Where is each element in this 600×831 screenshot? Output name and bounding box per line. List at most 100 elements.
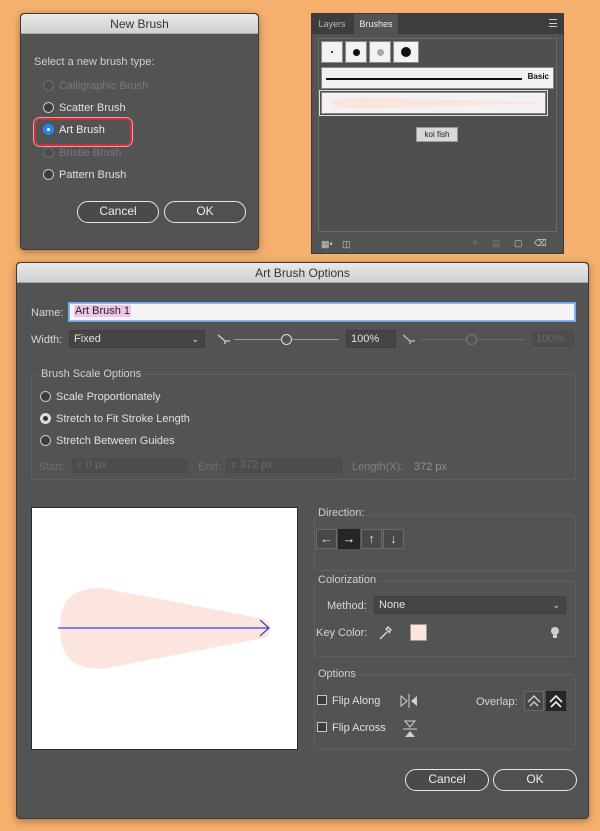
tab-layers[interactable]: Layers [312, 14, 352, 34]
panel-tab-bar: Layers Brushes [312, 14, 563, 34]
start-value: 0 px [85, 459, 107, 471]
flip-along-label: Flip Along [332, 695, 381, 707]
arrow-right-icon: → [342, 531, 356, 546]
direction-left-button[interactable]: ← [316, 529, 337, 549]
width-select[interactable]: Fixed ⌄ [69, 330, 205, 348]
flip-across-option[interactable]: Flip Across [317, 722, 386, 734]
option-scatter-brush[interactable]: Scatter Brush [43, 102, 126, 114]
width-percent-field[interactable]: 100% [346, 330, 396, 348]
art-label: Art Brush [59, 124, 105, 136]
arrow-left-icon: ← [320, 531, 333, 546]
brush-scale-options-title: Brush Scale Options [39, 368, 144, 380]
options-of-brush-icon: ▤ [492, 238, 501, 248]
radio-calligraphic [43, 80, 54, 91]
radio-scale-proportionately[interactable] [40, 391, 51, 402]
option-stretch-between-guides[interactable]: Stretch Between Guides [40, 435, 175, 447]
lightbulb-icon[interactable] [550, 626, 560, 640]
brush-type-prompt: Select a new brush type: [34, 56, 155, 68]
brush-dot-1[interactable] [321, 41, 343, 63]
basic-label: Basic [527, 72, 549, 81]
arrow-up-icon: ↑ [368, 531, 375, 546]
flip-along-checkbox[interactable] [317, 695, 327, 705]
flip-along-option[interactable]: Flip Along [317, 695, 380, 707]
pressure-pen-icon-2 [402, 334, 415, 344]
overlap-none-icon [549, 694, 563, 708]
direction-up-button[interactable]: ↑ [361, 529, 382, 549]
chevron-down-icon: ⌄ [552, 600, 560, 610]
delete-brush-icon[interactable]: ⌫ [534, 238, 547, 249]
start-field: ⇕ 0 px [71, 457, 189, 474]
width-slider-thumb-disabled [466, 334, 477, 345]
direction-down-button[interactable]: ↓ [383, 529, 404, 549]
brush-dot-3[interactable] [369, 41, 391, 63]
key-color-swatch[interactable] [410, 624, 427, 641]
art-brush-cancel-button[interactable]: Cancel [405, 769, 489, 791]
new-brush-ok-button[interactable]: OK [164, 201, 246, 223]
panel-bottom-bar: ▦• ◫ × ▤ ▢ ⌫ [312, 236, 563, 254]
direction-right-button[interactable]: → [338, 529, 360, 549]
name-input[interactable]: Art Brush 1 [69, 303, 575, 321]
option-art-brush[interactable]: Art Brush [43, 124, 105, 136]
new-brush-cancel-button[interactable]: Cancel [77, 201, 159, 223]
start-label: Start: [39, 461, 66, 473]
option-pattern-brush[interactable]: Pattern Brush [43, 169, 126, 181]
art-brush-options-dialog: Art Brush Options Name: Art Brush 1 Widt… [16, 262, 589, 819]
scale-proportionately-label: Scale Proportionately [56, 391, 161, 403]
width-percent-field-disabled: 100% [531, 330, 575, 348]
flip-across-checkbox[interactable] [317, 722, 327, 732]
radio-stretch-to-fit[interactable] [40, 413, 51, 424]
brush-dot-4[interactable] [393, 41, 419, 63]
koi-fish-brush-row[interactable] [319, 90, 548, 116]
width-slider-thumb[interactable] [281, 334, 292, 345]
chevron-down-icon: ⌄ [191, 334, 199, 344]
eyedropper-icon[interactable] [378, 625, 392, 641]
stretch-between-guides-label: Stretch Between Guides [56, 435, 175, 447]
overlap-none-button[interactable] [546, 691, 566, 711]
brush-libraries-icon[interactable]: ▦• [321, 239, 333, 250]
name-label: Name: [31, 307, 64, 319]
length-label: Length(X): [352, 461, 404, 473]
art-brush-ok-button[interactable]: OK [493, 769, 577, 791]
remove-stroke-icon: × [472, 238, 478, 249]
method-select[interactable]: None ⌄ [374, 596, 566, 614]
koi-fish-brush-preview [331, 97, 536, 109]
calligraphic-label: Calligraphic Brush [59, 80, 149, 92]
option-calligraphic-brush: Calligraphic Brush [43, 80, 148, 92]
key-color-label: Key Color: [316, 627, 368, 639]
end-label: End: [198, 461, 221, 473]
radio-art[interactable] [43, 124, 54, 135]
brush-dot-2[interactable] [345, 41, 367, 63]
arrow-down-icon: ↓ [390, 531, 397, 546]
bristle-label: Bristle Brush [59, 147, 122, 159]
colorization-group [314, 581, 576, 657]
radio-scatter[interactable] [43, 102, 54, 113]
radio-stretch-between-guides[interactable] [40, 435, 51, 446]
flip-along-icon [400, 694, 417, 708]
option-stretch-to-fit[interactable]: Stretch to Fit Stroke Length [40, 413, 190, 425]
basic-brush-row[interactable]: Basic [321, 67, 554, 89]
end-field: ⇕ 372 px [225, 457, 343, 474]
tab-brushes[interactable]: Brushes [354, 14, 398, 34]
method-label: Method: [327, 600, 367, 612]
option-bristle-brush: Bristle Brush [43, 147, 121, 159]
direction-title: Direction: [316, 507, 367, 519]
radio-pattern[interactable] [43, 169, 54, 180]
overlap-adjust-icon [527, 695, 541, 707]
libraries-panel-icon[interactable]: ◫ [342, 239, 351, 250]
name-input-text: Art Brush 1 [74, 305, 132, 317]
basic-stroke-line [326, 78, 522, 80]
width-label: Width: [31, 334, 63, 346]
flip-across-label: Flip Across [332, 722, 386, 734]
overlap-label: Overlap: [476, 696, 518, 708]
options-title: Options [316, 668, 358, 680]
new-brush-title: New Brush [21, 14, 258, 34]
panel-menu-icon[interactable] [549, 19, 557, 27]
new-brush-dialog: New Brush Select a new brush type: Calli… [20, 13, 259, 250]
overlap-adjust-button[interactable] [524, 691, 544, 711]
option-scale-proportionately[interactable]: Scale Proportionately [40, 391, 161, 403]
colorization-title: Colorization [316, 574, 379, 586]
brushes-panel: Layers Brushes Basic koi fish ▦• ◫ × ▤ ▢… [311, 13, 564, 254]
length-value: 372 px [414, 461, 448, 473]
method-select-value: None [379, 599, 406, 611]
new-brush-icon[interactable]: ▢ [514, 238, 523, 249]
